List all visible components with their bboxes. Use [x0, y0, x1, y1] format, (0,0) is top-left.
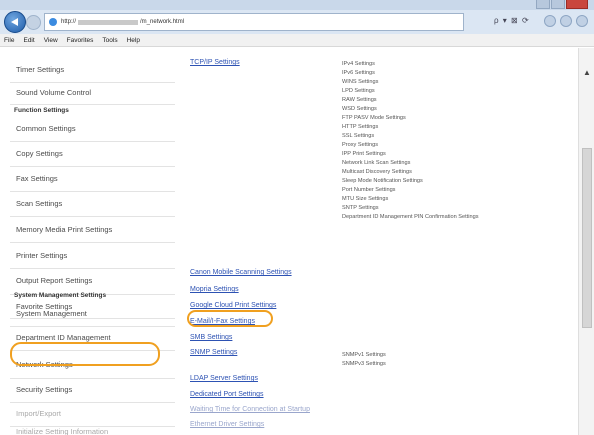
sub-ipv6: IPv6 Settings: [342, 70, 375, 76]
sidebar-item-sound-volume[interactable]: Sound Volume Control: [8, 81, 176, 103]
browser-toolbar-icons: [544, 15, 588, 27]
sidebar-item-printer-settings[interactable]: Printer Settings: [8, 244, 176, 266]
link-snmp[interactable]: SNMP Settings: [190, 349, 237, 356]
sub-wsd: WSD Settings: [342, 106, 377, 112]
forward-button[interactable]: [26, 15, 41, 30]
menu-help[interactable]: Help: [127, 37, 140, 44]
address-suffix: /m_network.html: [140, 19, 185, 25]
link-ldap-server[interactable]: LDAP Server Settings: [190, 375, 258, 382]
sub-lpd: LPD Settings: [342, 88, 375, 94]
vertical-scrollbar[interactable]: ▲: [578, 48, 594, 435]
close-button[interactable]: [566, 0, 588, 9]
gear-icon[interactable]: [576, 15, 588, 27]
sidebar-item-timer-settings[interactable]: Timer Settings: [8, 58, 176, 80]
window-controls: [536, 0, 588, 10]
sidebar-item-memory-media[interactable]: Memory Media Print Settings: [8, 218, 176, 240]
sub-ssl: SSL Settings: [342, 133, 375, 139]
sidebar-item-security-settings[interactable]: Security Settings: [8, 378, 176, 400]
sub-dept-id-pin: Department ID Management PIN Confirmatio…: [342, 214, 479, 220]
scrollbar-thumb[interactable]: [582, 148, 592, 328]
sub-multicast: Multicast Discovery Settings: [342, 169, 412, 175]
sidebar-item-copy-settings[interactable]: Copy Settings: [8, 142, 176, 164]
minimize-button[interactable]: [536, 0, 550, 9]
search-refresh-icon[interactable]: ρ ▾ ⊠ ⟳: [494, 16, 530, 25]
sub-mtu-size: MTU Size Settings: [342, 196, 389, 202]
menu-bar: File Edit View Favorites Tools Help: [0, 34, 594, 47]
menu-file[interactable]: File: [4, 37, 14, 44]
window-title-bar: [0, 0, 594, 10]
sidebar-header-function-settings: Function Settings: [14, 107, 69, 114]
sub-ipp: IPP Print Settings: [342, 151, 386, 157]
sidebar-item-system-management[interactable]: System Management: [8, 302, 176, 324]
link-canon-mobile-scanning[interactable]: Canon Mobile Scanning Settings: [190, 269, 292, 276]
menu-tools[interactable]: Tools: [102, 37, 117, 44]
scroll-up-icon[interactable]: ▲: [583, 68, 591, 77]
sub-http: HTTP Settings: [342, 124, 379, 130]
sidebar-item-fax-settings[interactable]: Fax Settings: [8, 167, 176, 189]
address-bar[interactable]: http:// /m_network.html: [44, 13, 464, 31]
home-icon[interactable]: [544, 15, 556, 27]
sidebar: Timer Settings Sound Volume Control Func…: [0, 48, 183, 435]
link-mopria[interactable]: Mopria Settings: [190, 286, 239, 293]
sub-ftp-pasv: FTP PASV Mode Settings: [342, 115, 406, 121]
sub-raw: RAW Settings: [342, 97, 377, 103]
sub-wins: WINS Settings: [342, 79, 379, 85]
menu-edit[interactable]: Edit: [23, 37, 34, 44]
main-content: TCP/IP Settings IPv4 Settings IPv6 Setti…: [183, 48, 578, 435]
link-smb[interactable]: SMB Settings: [190, 334, 232, 341]
sub-port-number: Port Number Settings: [342, 187, 396, 193]
address-prefix: http://: [61, 19, 77, 25]
link-dedicated-port[interactable]: Dedicated Port Settings: [190, 391, 264, 398]
divider: [10, 242, 175, 243]
sub-ipv4: IPv4 Settings: [342, 61, 375, 67]
email-ifax-highlight: [187, 310, 273, 327]
sidebar-item-initialize[interactable]: Initialize Setting Information: [8, 420, 176, 435]
link-tcpip-settings[interactable]: TCP/IP Settings: [190, 59, 240, 66]
sub-network-link-scan: Network Link Scan Settings: [342, 160, 411, 166]
back-button[interactable]: [4, 11, 26, 33]
divider: [10, 216, 175, 217]
sidebar-header-system-management: System Management Settings: [14, 292, 107, 299]
sidebar-item-output-report[interactable]: Output Report Settings: [8, 269, 176, 291]
sidebar-item-scan-settings[interactable]: Scan Settings: [8, 192, 176, 214]
menu-view[interactable]: View: [44, 37, 58, 44]
sub-sntp: SNTP Settings: [342, 205, 379, 211]
menu-favorites[interactable]: Favorites: [67, 37, 94, 44]
navigation-bar: http:// /m_network.html ρ ▾ ⊠ ⟳: [0, 10, 594, 34]
address-redacted: [78, 19, 139, 25]
link-ethernet-driver[interactable]: Ethernet Driver Settings: [190, 421, 264, 428]
link-waiting-time[interactable]: Waiting Time for Connection at Startup: [190, 406, 310, 413]
network-settings-highlight: [10, 342, 160, 366]
favorites-star-icon[interactable]: [560, 15, 572, 27]
sub-sleep-mode: Sleep Mode Notification Settings: [342, 178, 423, 184]
link-google-cloud-print[interactable]: Google Cloud Print Settings: [190, 302, 276, 309]
sub-proxy: Proxy Settings: [342, 142, 379, 148]
divider: [10, 104, 175, 105]
sub-snmpv3: SNMPv3 Settings: [342, 361, 386, 367]
sidebar-item-common-settings[interactable]: Common Settings: [8, 117, 176, 139]
sub-snmpv1: SNMPv1 Settings: [342, 352, 386, 358]
page-icon: [49, 18, 57, 26]
maximize-button[interactable]: [551, 0, 565, 9]
